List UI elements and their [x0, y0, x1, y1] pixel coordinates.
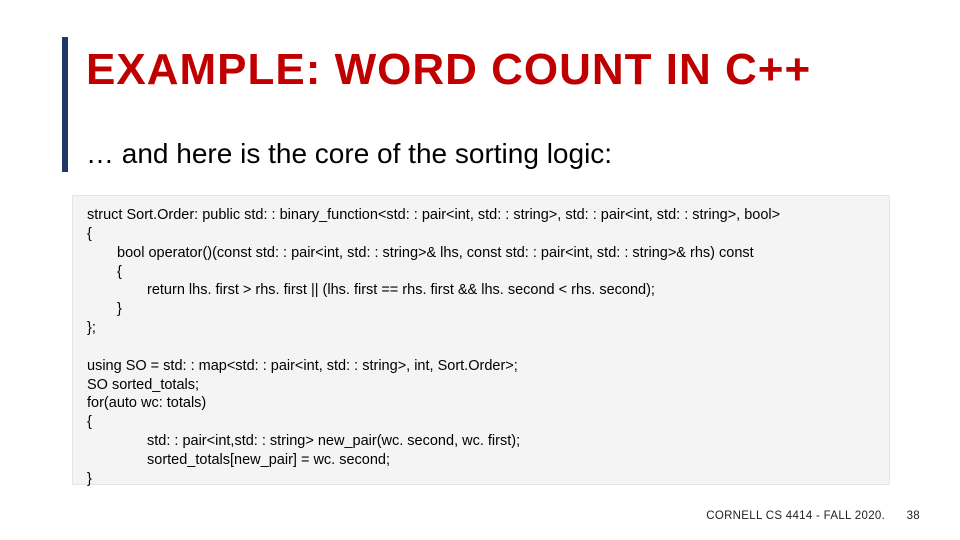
footer-course: CORNELL CS 4414 - FALL 2020.	[706, 510, 885, 522]
code-line: };	[87, 320, 96, 336]
slide-subtitle: … and here is the core of the sorting lo…	[86, 138, 612, 170]
accent-bar	[62, 37, 68, 172]
code-line: for(auto wc: totals)	[87, 395, 206, 411]
code-line: std: : pair<int,std: : string> new_pair(…	[87, 432, 875, 451]
code-line: struct Sort.Order: public std: : binary_…	[87, 207, 780, 223]
code-line: }	[87, 471, 92, 487]
code-line: }	[87, 300, 875, 319]
code-block: struct Sort.Order: public std: : binary_…	[72, 195, 890, 485]
code-line: {	[87, 414, 92, 430]
code-line: bool operator()(const std: : pair<int, s…	[87, 244, 875, 263]
slide: EXAMPLE: WORD COUNT IN C++ … and here is…	[0, 0, 960, 540]
code-line: sorted_totals[new_pair] = wc. second;	[87, 451, 875, 470]
page-number: 38	[907, 510, 920, 522]
slide-title: EXAMPLE: WORD COUNT IN C++	[86, 45, 811, 95]
code-line: return lhs. first > rhs. first || (lhs. …	[87, 281, 875, 300]
code-line: using SO = std: : map<std: : pair<int, s…	[87, 358, 518, 374]
code-line: {	[87, 226, 92, 242]
code-line: SO sorted_totals;	[87, 377, 199, 393]
code-line: {	[87, 263, 875, 282]
footer: CORNELL CS 4414 - FALL 2020. 38	[706, 510, 920, 522]
code-line	[87, 339, 91, 355]
